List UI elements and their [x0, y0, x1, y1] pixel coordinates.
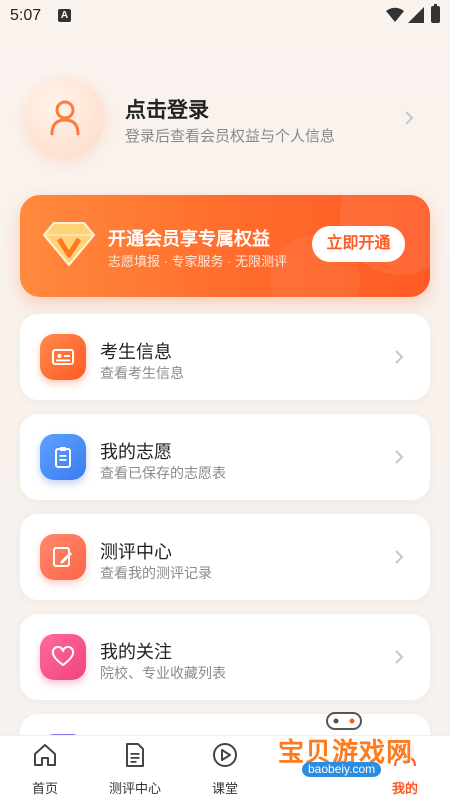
nav-classroom[interactable]: 课堂	[180, 736, 270, 801]
menu-item-candidate-info[interactable]: 考生信息 查看考生信息	[20, 314, 430, 400]
chevron-right-icon	[405, 111, 414, 125]
edit-icon	[53, 547, 72, 567]
gamepad-icon	[326, 712, 362, 730]
menu-item-title: 我的关注	[100, 642, 172, 662]
login-title[interactable]: 点击登录	[125, 94, 209, 124]
menu-item-subtitle: 查看考生信息	[100, 365, 184, 381]
chevron-right-icon	[395, 450, 404, 464]
menu-item-title: 测评中心	[100, 542, 172, 562]
user-icon	[50, 100, 80, 136]
status-bar: 5:07 A	[0, 0, 450, 32]
menu-icon-tile	[40, 334, 86, 380]
notification-a-icon: A	[58, 9, 71, 22]
document-icon	[126, 743, 144, 767]
watermark: 宝贝游戏网 baobeiy.com	[272, 710, 422, 785]
menu-item-subtitle: 查看已保存的志愿表	[100, 465, 226, 481]
menu-item-my-applications[interactable]: 我的志愿 查看已保存的志愿表	[20, 414, 430, 500]
signal-icon	[408, 7, 424, 23]
menu-item-subtitle: 查看我的测评记录	[100, 565, 212, 581]
battery-icon	[431, 4, 440, 23]
nav-label: 测评中心	[108, 781, 161, 796]
menu-item-subtitle: 院校、专业收藏列表	[100, 665, 226, 681]
nav-home[interactable]: 首页	[0, 736, 90, 801]
home-icon	[34, 744, 56, 766]
menu-item-title: 考生信息	[100, 342, 172, 362]
menu-item-my-follows[interactable]: 我的关注 院校、专业收藏列表	[20, 614, 430, 700]
nav-label: 课堂	[211, 781, 238, 796]
nav-assessment[interactable]: 测评中心	[90, 736, 180, 801]
nav-label: 首页	[31, 781, 58, 796]
login-subtitle: 登录后查看会员权益与个人信息	[125, 128, 336, 145]
avatar[interactable]	[25, 78, 105, 158]
member-banner-subtitle: 志愿填报 · 专家服务 · 无限测评	[108, 254, 288, 269]
menu-icon-tile	[40, 534, 86, 580]
menu-item-title: 我的志愿	[100, 442, 172, 462]
member-banner[interactable]: 开通会员享专属权益 志愿填报 · 专家服务 · 无限测评 立即开通	[20, 195, 430, 297]
member-banner-title: 开通会员享专属权益	[108, 229, 270, 249]
watermark-url: baobeiy.com	[302, 762, 382, 777]
id-card-icon	[52, 349, 74, 365]
chevron-right-icon	[395, 550, 404, 564]
vip-diamond-icon	[42, 222, 96, 267]
wifi-icon	[386, 7, 404, 23]
menu-icon-tile	[40, 634, 86, 680]
play-icon	[213, 743, 237, 767]
status-time: 5:07	[10, 7, 42, 24]
menu-item-assessment-center[interactable]: 测评中心 查看我的测评记录	[20, 514, 430, 600]
open-membership-button[interactable]: 立即开通	[312, 226, 405, 262]
chevron-right-icon	[395, 350, 404, 364]
chevron-right-icon	[395, 650, 404, 664]
clipboard-icon	[55, 447, 71, 468]
menu-icon-tile	[40, 434, 86, 480]
heart-icon	[51, 645, 75, 666]
